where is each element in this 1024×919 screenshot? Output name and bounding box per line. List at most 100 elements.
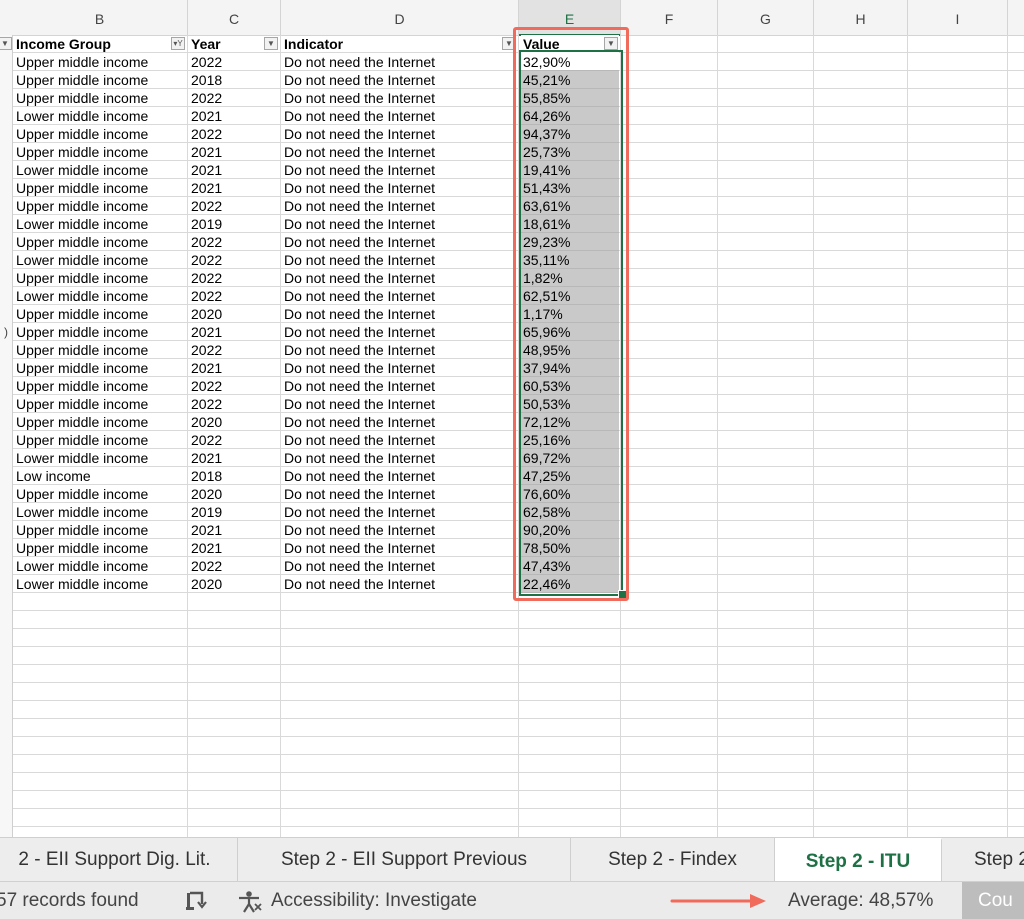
cell-year[interactable]: 2022 <box>191 395 279 413</box>
cell-year[interactable]: 2021 <box>191 107 279 125</box>
cell-indicator[interactable]: Do not need the Internet <box>284 125 518 143</box>
cell-value[interactable]: 62,51% <box>521 287 619 305</box>
cell-year[interactable]: 2020 <box>191 485 279 503</box>
cell-value[interactable]: 45,21% <box>521 71 619 89</box>
chevron-down-icon[interactable]: ▼ <box>0 37 12 50</box>
cell-indicator[interactable]: Do not need the Internet <box>284 521 518 539</box>
cell-indicator[interactable]: Do not need the Internet <box>284 179 518 197</box>
cell-indicator[interactable]: Do not need the Internet <box>284 323 518 341</box>
cell-value[interactable]: 60,53% <box>521 377 619 395</box>
cell-value[interactable]: 50,53% <box>521 395 619 413</box>
cell-income-group[interactable]: Upper middle income <box>16 125 186 143</box>
cell-year[interactable]: 2022 <box>191 431 279 449</box>
header-indicator[interactable]: Indicator <box>284 35 518 53</box>
cell-income-group[interactable]: Upper middle income <box>16 431 186 449</box>
cell-indicator[interactable]: Do not need the Internet <box>284 143 518 161</box>
cell-year[interactable]: 2019 <box>191 215 279 233</box>
cell-value[interactable]: 69,72% <box>521 449 619 467</box>
cell-indicator[interactable]: Do not need the Internet <box>284 341 518 359</box>
column-header-c[interactable]: C <box>188 0 281 35</box>
cell-year[interactable]: 2021 <box>191 161 279 179</box>
cell-year[interactable]: 2022 <box>191 269 279 287</box>
cell-year[interactable]: 2020 <box>191 575 279 593</box>
cell-year[interactable]: 2022 <box>191 557 279 575</box>
cell-year[interactable]: 2021 <box>191 449 279 467</box>
cell-value[interactable]: 35,11% <box>521 251 619 269</box>
accessibility-icon[interactable] <box>236 890 262 914</box>
filter-icon[interactable]: ▾Y <box>171 37 185 50</box>
cell-income-group[interactable]: Lower middle income <box>16 107 186 125</box>
cell-value[interactable]: 37,94% <box>521 359 619 377</box>
average-indicator[interactable]: Average: 48,57% <box>788 882 933 919</box>
count-indicator[interactable]: Cou <box>962 882 1024 919</box>
cell-income-group[interactable]: Upper middle income <box>16 377 186 395</box>
cell-indicator[interactable]: Do not need the Internet <box>284 395 518 413</box>
cell-value[interactable]: 90,20% <box>521 521 619 539</box>
column-header-f[interactable]: F <box>621 0 718 35</box>
column-header-i[interactable]: I <box>908 0 1008 35</box>
cell-income-group[interactable]: Upper middle income <box>16 71 186 89</box>
cell-income-group[interactable]: Upper middle income <box>16 89 186 107</box>
cell-year[interactable]: 2022 <box>191 53 279 71</box>
fill-handle[interactable] <box>618 590 627 599</box>
sheet-tab-step2[interactable]: Step 2 <box>942 838 1024 882</box>
cell-income-group[interactable]: Upper middle income <box>16 323 186 341</box>
cell-year[interactable]: 2022 <box>191 287 279 305</box>
cell-value[interactable]: 65,96% <box>521 323 619 341</box>
cell-income-group[interactable]: Upper middle income <box>16 341 186 359</box>
cell-year[interactable]: 2021 <box>191 539 279 557</box>
cell-indicator[interactable]: Do not need the Internet <box>284 215 518 233</box>
cell-indicator[interactable]: Do not need the Internet <box>284 107 518 125</box>
cell-year[interactable]: 2021 <box>191 323 279 341</box>
cell-income-group[interactable]: Upper middle income <box>16 197 186 215</box>
chevron-down-icon[interactable]: ▼ <box>502 37 516 50</box>
column-header-h[interactable]: H <box>814 0 908 35</box>
cell-income-group[interactable]: Upper middle income <box>16 413 186 431</box>
cell-value[interactable]: 1,17% <box>521 305 619 323</box>
cell-year[interactable]: 2022 <box>191 341 279 359</box>
cell-year[interactable]: 2018 <box>191 467 279 485</box>
cell-value[interactable]: 78,50% <box>521 539 619 557</box>
cell-indicator[interactable]: Do not need the Internet <box>284 89 518 107</box>
cell-income-group[interactable]: Lower middle income <box>16 251 186 269</box>
cell-value[interactable]: 19,41% <box>521 161 619 179</box>
cell-indicator[interactable]: Do not need the Internet <box>284 233 518 251</box>
cell-value[interactable]: 64,26% <box>521 107 619 125</box>
cell-value[interactable]: 72,12% <box>521 413 619 431</box>
cell-value[interactable]: 76,60% <box>521 485 619 503</box>
sheet-tab-eii-support-dig-lit[interactable]: 2 - EII Support Dig. Lit. <box>0 838 238 882</box>
cell-income-group[interactable]: Lower middle income <box>16 161 186 179</box>
cell-value[interactable]: 63,61% <box>521 197 619 215</box>
column-header-b[interactable]: B <box>12 0 188 35</box>
cell-year[interactable]: 2020 <box>191 413 279 431</box>
accessibility-status[interactable]: Accessibility: Investigate <box>271 882 477 919</box>
cell-income-group[interactable]: Upper middle income <box>16 233 186 251</box>
cell-income-group[interactable]: Upper middle income <box>16 521 186 539</box>
cell-indicator[interactable]: Do not need the Internet <box>284 557 518 575</box>
cell-income-group[interactable]: Low income <box>16 467 186 485</box>
cell-indicator[interactable]: Do not need the Internet <box>284 413 518 431</box>
cell-year[interactable]: 2022 <box>191 233 279 251</box>
cell-indicator[interactable]: Do not need the Internet <box>284 449 518 467</box>
cell-income-group[interactable]: Upper middle income <box>16 395 186 413</box>
column-header-e[interactable]: E <box>519 0 621 36</box>
cell-value[interactable]: 25,73% <box>521 143 619 161</box>
cell-year[interactable]: 2022 <box>191 377 279 395</box>
column-header-g[interactable]: G <box>718 0 814 35</box>
cell-year[interactable]: 2021 <box>191 521 279 539</box>
sheet-tab-itu[interactable]: Step 2 - ITU <box>775 838 942 882</box>
sheet-tab-findex[interactable]: Step 2 - Findex <box>571 838 775 882</box>
cell-indicator[interactable]: Do not need the Internet <box>284 161 518 179</box>
cell-income-group[interactable]: Lower middle income <box>16 215 186 233</box>
cell-income-group[interactable]: Upper middle income <box>16 305 186 323</box>
cell-income-group[interactable]: Upper middle income <box>16 359 186 377</box>
cell-value[interactable]: 47,43% <box>521 557 619 575</box>
cell-indicator[interactable]: Do not need the Internet <box>284 269 518 287</box>
cell-value[interactable]: 55,85% <box>521 89 619 107</box>
macro-icon[interactable] <box>184 890 210 912</box>
header-income-group[interactable]: Income Group <box>16 35 186 53</box>
cell-income-group[interactable]: Upper middle income <box>16 53 186 71</box>
cell-income-group[interactable]: Lower middle income <box>16 449 186 467</box>
cell-value[interactable]: 22,46% <box>521 575 619 593</box>
cell-indicator[interactable]: Do not need the Internet <box>284 305 518 323</box>
